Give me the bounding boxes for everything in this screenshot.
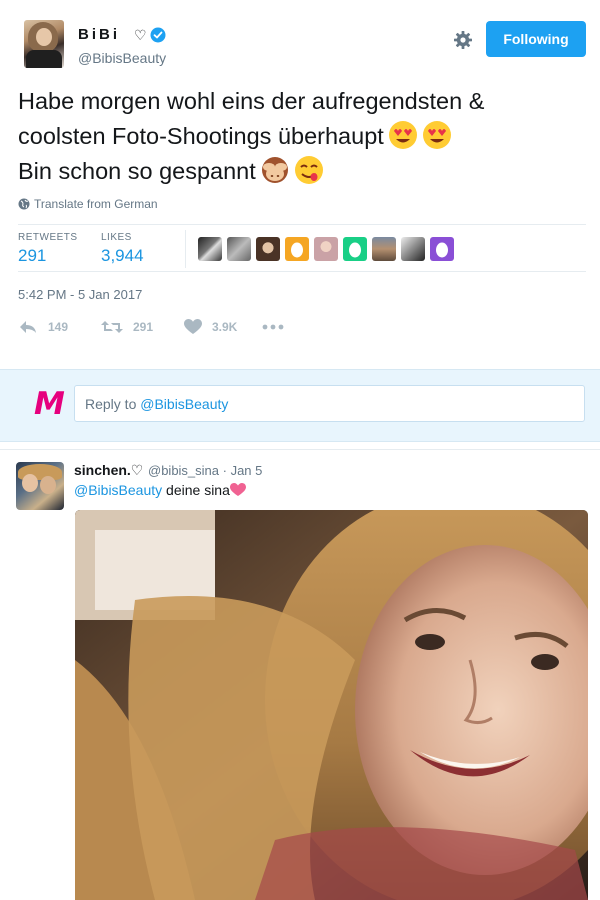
like-count: 3.9K <box>212 320 238 334</box>
retweets-label: RETWEETS <box>18 232 78 243</box>
liker-avatar[interactable] <box>343 237 367 261</box>
reply-placeholder-prefix: Reply to <box>85 396 141 412</box>
liker-avatar[interactable] <box>372 237 396 261</box>
reply-author-name[interactable]: sinchen.♡ <box>74 462 143 479</box>
current-user-avatar[interactable]: M <box>34 388 66 420</box>
reply-text: @BibisBeauty deine sina <box>74 482 246 498</box>
retweets-count[interactable]: 291 <box>18 246 46 266</box>
default-egg-icon <box>291 242 303 258</box>
tweet-text-line: Bin schon so gespannt <box>18 154 588 189</box>
retweet-count: 291 <box>133 320 154 334</box>
reply-author-meta[interactable]: @bibis_sina · Jan 5 <box>148 463 262 478</box>
heart-eyes-emoji-icon <box>422 121 451 149</box>
stats-top-divider <box>18 224 586 225</box>
see-no-evil-monkey-emoji-icon <box>261 157 288 183</box>
reply-author-avatar[interactable] <box>16 462 64 510</box>
reply-photo[interactable] <box>75 510 588 900</box>
likes-count[interactable]: 3,944 <box>101 246 144 266</box>
reply-action[interactable]: 149 <box>18 319 68 335</box>
reply-icon <box>20 321 36 333</box>
author-screen-name[interactable]: @BibisBeauty <box>78 50 166 66</box>
reply-placeholder-mention: @BibisBeauty <box>140 396 229 412</box>
tweet-timestamp[interactable]: 5:42 PM - 5 Jan 2017 <box>18 287 142 302</box>
tweet-text: Habe morgen wohl eins der aufregendsten … <box>18 84 588 189</box>
globe-icon <box>18 198 30 210</box>
liker-avatar[interactable] <box>401 237 425 261</box>
default-egg-icon <box>436 242 448 258</box>
heart-eyes-emoji-icon <box>388 121 417 149</box>
reply-count: 149 <box>48 320 69 334</box>
retweet-action[interactable]: 291 <box>101 319 153 335</box>
reply-input[interactable]: Reply to @BibisBeauty <box>74 385 585 422</box>
retweet-icon <box>101 321 123 333</box>
tweet-text-line: coolsten Foto-Shootings überhaupt <box>18 119 588 154</box>
author-avatar[interactable] <box>24 20 64 68</box>
liker-avatar[interactable] <box>227 237 251 261</box>
liker-avatar[interactable] <box>256 237 280 261</box>
more-action[interactable] <box>262 319 294 335</box>
heart-emoji-icon <box>229 483 246 496</box>
tweet-text-segment: coolsten Foto-Shootings überhaupt <box>18 123 384 149</box>
tweet-text-segment: Bin schon so gespannt <box>18 158 256 184</box>
default-egg-icon <box>349 242 361 258</box>
liker-avatar[interactable] <box>285 237 309 261</box>
liker-avatar[interactable] <box>430 237 454 261</box>
heart-icon <box>184 319 202 334</box>
author-display-name[interactable]: BiBi <box>78 26 120 43</box>
stats-separator <box>185 230 186 268</box>
reply-text-body: deine sina <box>162 482 230 498</box>
stats-bottom-divider <box>18 271 586 272</box>
name-heart-glyph: ♡ <box>134 27 147 43</box>
following-button[interactable]: Following <box>486 21 586 57</box>
selfie-photo-illustration <box>75 510 588 900</box>
translate-label: Translate from German <box>34 197 158 211</box>
tweet-text-line: Habe morgen wohl eins der aufregendsten … <box>18 88 485 114</box>
reply-mention-link[interactable]: @BibisBeauty <box>74 482 162 498</box>
verified-icon <box>150 27 166 43</box>
like-action[interactable]: 3.9K <box>184 319 237 335</box>
liker-avatar[interactable] <box>314 237 338 261</box>
liker-avatar[interactable] <box>198 237 222 261</box>
translate-link[interactable]: Translate from German <box>18 197 158 211</box>
likes-label: LIKES <box>101 232 132 243</box>
yum-face-emoji-icon <box>294 156 323 184</box>
reply-divider <box>0 449 600 450</box>
more-icon <box>262 324 284 330</box>
gear-icon[interactable] <box>453 30 473 50</box>
